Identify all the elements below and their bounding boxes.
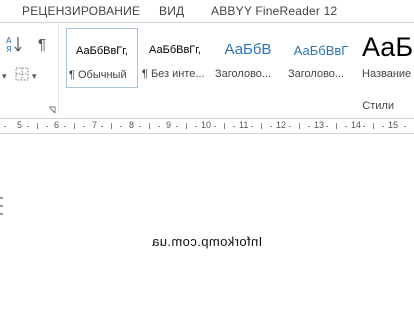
ruler-dot [363,126,365,127]
ruler-number: 6 [54,120,60,130]
style-heading-1-sample: АаБбВ [224,41,272,58]
ruler-tick [336,123,337,129]
style-normal-sample: АаБбВвГг, [76,45,128,57]
style-heading-1[interactable]: АаБбВ Заголово... [213,28,283,86]
chevron-down-icon[interactable]: ▾ [2,69,7,83]
ruler-dot [308,126,310,127]
borders-dropdown-chevron-icon[interactable]: ▾ [32,69,37,83]
ruler-number: 11 [239,120,249,130]
borders-icon[interactable] [15,67,29,84]
style-normal-label: ¶ Обычный [69,69,127,81]
group-separator [58,25,59,113]
ruler-dot [139,126,141,127]
tab-view[interactable]: ВИД [159,4,184,18]
ruler-tick [373,123,374,129]
mirrored-text: Inforkomp.com.ua [151,234,263,249]
ruler-number: 15 [388,120,399,130]
ruler-number: 9 [166,120,172,130]
ruler-dot [289,126,291,127]
ribbon-tab-bar: РЕЦЕНЗИРОВАНИЕ ВИД ABBYY FineReader 12 [0,0,414,23]
style-title-sample: АаБ [362,32,414,62]
ruler-tick [37,123,38,129]
ruler-dot [176,126,178,127]
style-normal[interactable]: АаБбВвГг, ¶ Обычный [66,28,138,88]
ruler-dot [64,126,66,127]
ruler-dot [27,126,29,127]
ruler-dot [101,126,103,127]
ribbon-panel: A Я ¶ ▾ ▾ АаБбВвГг, ¶ Обычный АаБбВвГг, … [0,23,414,119]
ruler-dot [158,126,160,127]
style-title[interactable]: АаБ Название [360,28,414,86]
pilcrow-icon[interactable]: ¶ [38,37,46,52]
ruler-number: 12 [276,120,287,130]
ruler-tick [299,123,300,129]
ruler-dot [120,126,122,127]
ruler-dot [83,126,85,127]
style-no-spacing[interactable]: АаБбВвГг, ¶ Без инте... [140,28,210,86]
ruler-tick [224,123,225,129]
ruler-dot [270,126,272,127]
ruler-tick [186,123,187,129]
ruler-dot [4,126,6,127]
ruler-number: 5 [17,120,23,130]
ruler-dot [46,126,48,127]
dialog-launcher-icon[interactable] [48,103,56,117]
ruler-number: 8 [129,120,135,130]
svg-text:A: A [6,36,12,45]
ruler-tick [111,123,112,129]
ruler-dot [214,126,216,127]
style-no-spacing-sample: АаБбВвГг, [149,44,201,56]
svg-text:Я: Я [6,45,12,53]
ruler-dot [251,126,253,127]
ruler-number: 7 [92,120,98,130]
ruler-dot [404,126,406,127]
ruler-dot [326,126,328,127]
ruler-dot [382,126,384,127]
sort-az-icon[interactable]: A Я [6,35,22,56]
ruler-number: 10 [201,120,212,130]
styles-group-label: Стили [362,100,394,112]
tab-review[interactable]: РЕЦЕНЗИРОВАНИЕ [22,4,140,18]
style-heading-2[interactable]: АаБбВвГ Заголово... [286,28,356,86]
style-title-label: Название [362,68,412,80]
ruler-dot [345,126,347,127]
tab-abbyy-finereader[interactable]: ABBYY FineReader 12 [211,4,337,18]
style-heading-2-label: Заголово... [288,68,345,80]
document-page[interactable]: Inforkomp.com.ua [0,134,414,311]
ruler-tick [74,123,75,129]
ruler-dot [233,126,235,127]
ruler-number: 13 [314,120,325,130]
text-cursor-marker [0,197,3,215]
ruler-tick [149,123,150,129]
horizontal-ruler[interactable]: 5 6 7 8 9 10 11 12 13 14 15 [0,119,414,134]
ruler-dot [195,126,197,127]
style-heading-1-label: Заголово... [215,68,272,80]
ruler-number: 14 [351,120,362,130]
style-no-spacing-label: ¶ Без инте... [142,68,205,80]
style-heading-2-sample: АаБбВвГ [293,43,349,58]
ruler-tick [261,123,262,129]
